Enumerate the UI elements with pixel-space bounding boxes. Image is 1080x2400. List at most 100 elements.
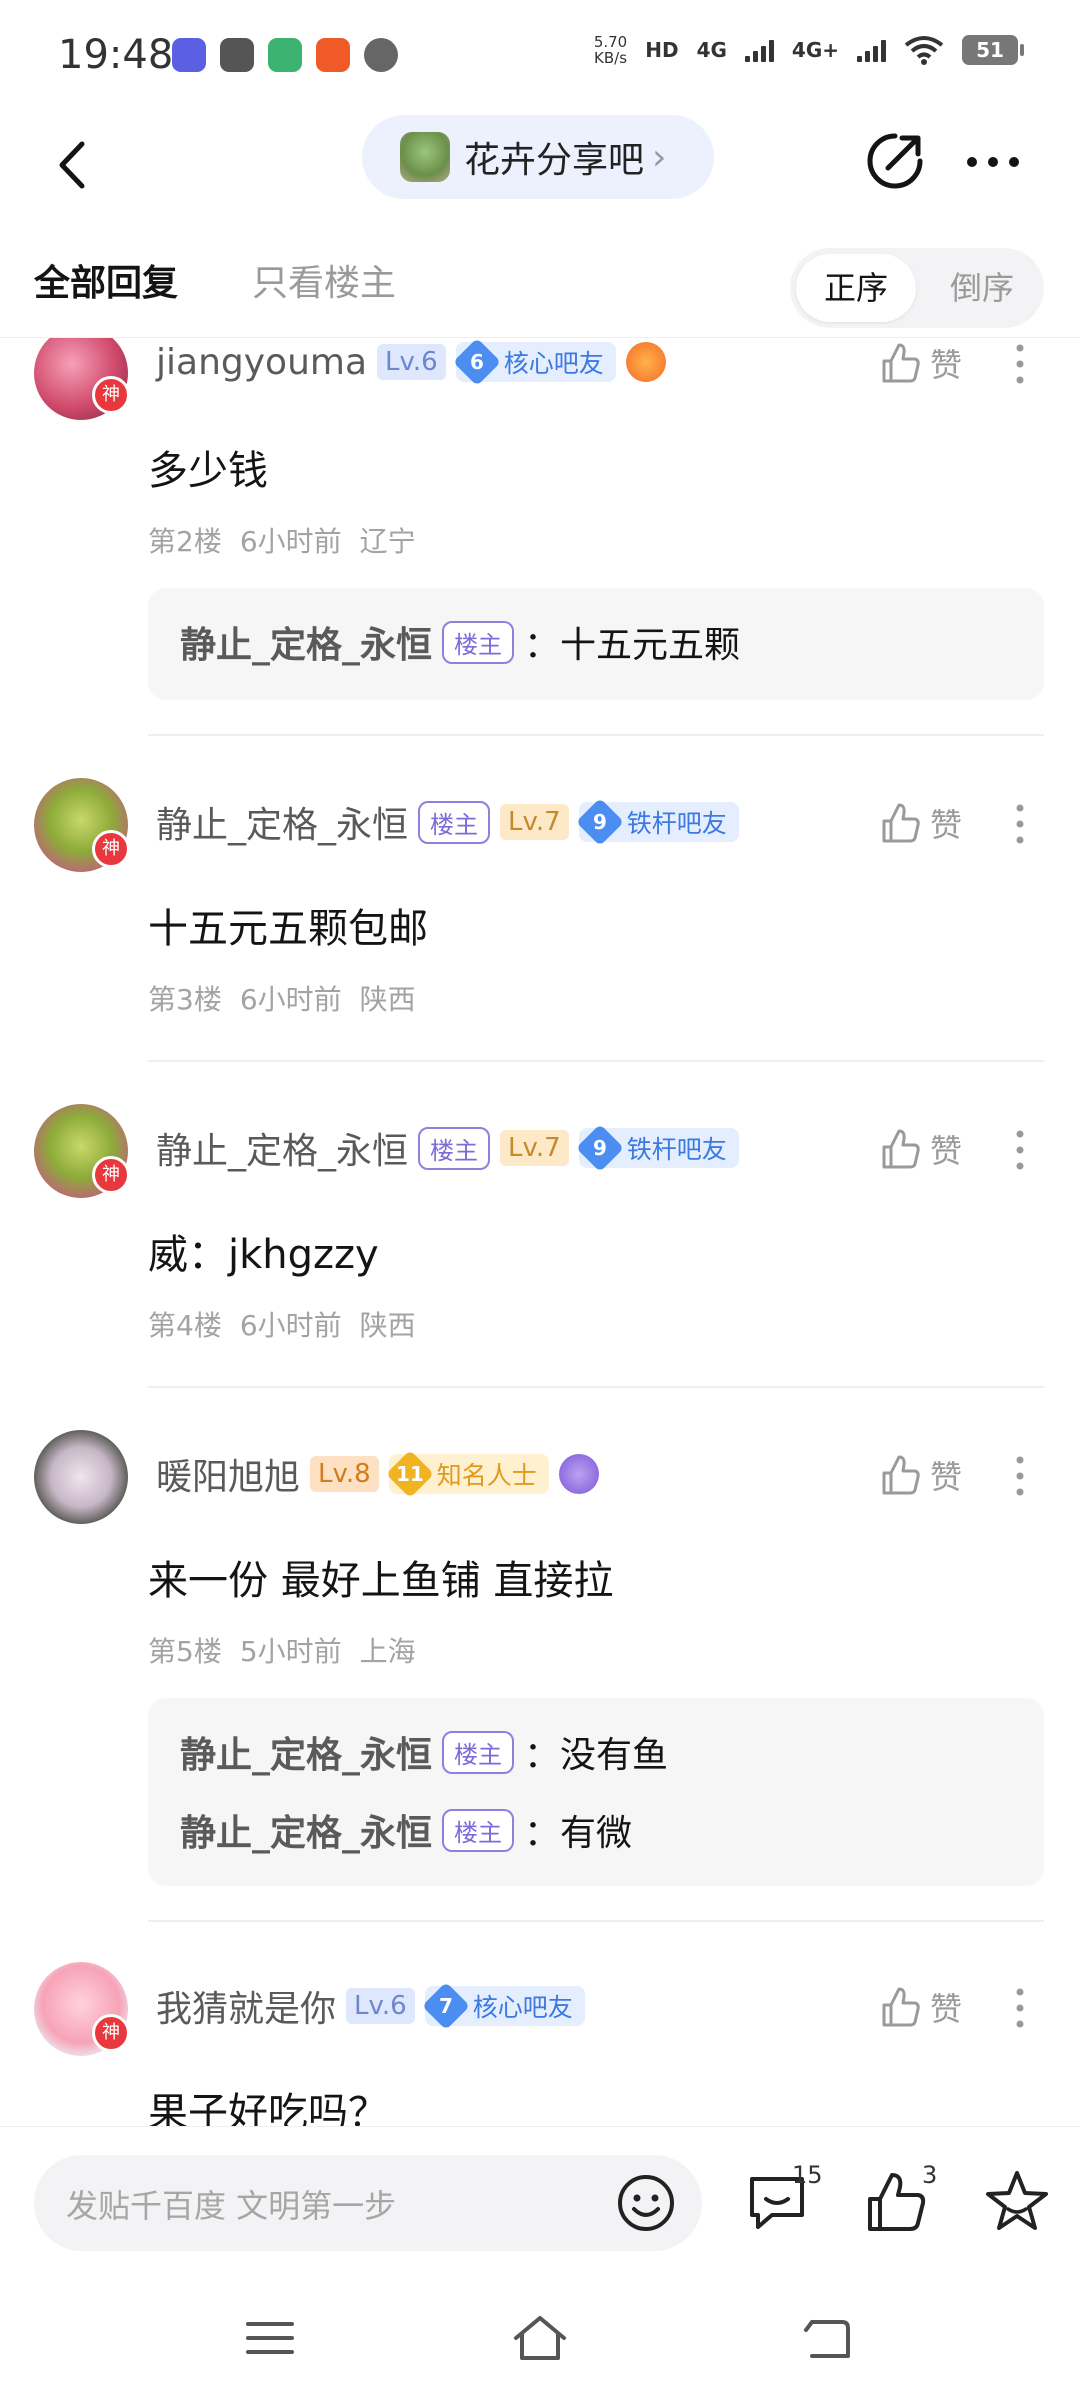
net-speed: 5.70 KB/s bbox=[594, 34, 627, 66]
net-speed-value: 5.70 bbox=[593, 33, 628, 51]
reply-input[interactable]: 发贴千百度 文明第一步 bbox=[34, 2155, 702, 2251]
divider bbox=[148, 1920, 1044, 1922]
back-icon[interactable] bbox=[40, 130, 110, 200]
emoji-icon[interactable] bbox=[614, 2171, 678, 2235]
fan-level: 9 bbox=[592, 1135, 607, 1160]
reply-feed[interactable]: 神 jiangyouma Lv.6 6 核心吧友 赞 多少钱 第2楼 6小时前 辽宁 … bbox=[0, 338, 1080, 2126]
fan-level-icon: 6 bbox=[452, 338, 501, 387]
post-time: 6小时前 bbox=[239, 983, 342, 1016]
chevron-right-icon: › bbox=[652, 136, 667, 178]
signal-bars-icon bbox=[857, 38, 886, 62]
sub-reply-author[interactable]: 静止_定格_永恒 bbox=[180, 1804, 432, 1856]
user-row: jiangyouma Lv.6 6 核心吧友 bbox=[156, 338, 666, 392]
app-notification-icon bbox=[172, 38, 206, 72]
username[interactable]: 我猜就是你 bbox=[156, 1980, 336, 2032]
fan-level: 7 bbox=[438, 1993, 453, 2018]
favorite-star-icon[interactable] bbox=[982, 2167, 1052, 2237]
forum-avatar bbox=[400, 132, 450, 182]
tab-all-replies[interactable]: 全部回复 bbox=[34, 254, 178, 306]
level-badge: Lv.7 bbox=[500, 804, 569, 840]
more-options-icon[interactable] bbox=[960, 132, 1026, 192]
reply-content: 来一份 最好上鱼铺 直接拉 bbox=[148, 1558, 614, 1604]
like-count: 3 bbox=[922, 2161, 938, 2189]
sub-reply-box[interactable]: 静止_定格_永恒 楼主 ：十五元五颗 bbox=[148, 588, 1044, 700]
reply-content: 十五元五颗包邮 bbox=[148, 906, 428, 952]
like-button[interactable]: 赞 bbox=[878, 800, 962, 846]
net-speed-unit: KB/s bbox=[594, 49, 628, 67]
wifi-icon bbox=[904, 36, 944, 65]
forum-entry-button[interactable]: 花卉分享吧 › bbox=[362, 115, 714, 199]
more-dots-icon[interactable] bbox=[1010, 1454, 1030, 1498]
post-location: 陕西 bbox=[359, 983, 416, 1016]
reply-meta: 第5楼 5小时前 上海 bbox=[148, 1630, 434, 1670]
god-badge: 神 bbox=[92, 376, 130, 414]
status-time: 19:48 bbox=[58, 32, 174, 78]
level-badge: Lv.7 bbox=[500, 1130, 569, 1166]
avatar[interactable] bbox=[34, 1430, 128, 1524]
username[interactable]: 静止_定格_永恒 bbox=[156, 1122, 408, 1174]
divider bbox=[148, 1060, 1044, 1062]
battery-icon: 51 bbox=[962, 35, 1024, 65]
divider bbox=[148, 734, 1044, 736]
god-badge: 神 bbox=[92, 830, 130, 868]
like-label: 赞 bbox=[930, 1458, 963, 1496]
sort-ascending-button[interactable]: 正序 bbox=[796, 254, 916, 322]
username[interactable]: jiangyouma bbox=[156, 342, 367, 383]
like-button[interactable]: 赞 bbox=[878, 1126, 962, 1172]
forum-name: 花卉分享吧 bbox=[464, 140, 645, 181]
floor-number: 第4楼 bbox=[148, 1309, 222, 1342]
like-button[interactable]: 赞 bbox=[878, 1984, 962, 2030]
thumbs-up-icon bbox=[882, 343, 920, 383]
username[interactable]: 暖阳旭旭 bbox=[156, 1448, 300, 1500]
god-badge: 神 bbox=[92, 2014, 130, 2052]
like-button[interactable]: 赞 bbox=[878, 1452, 962, 1498]
reply-item: 神 静止_定格_永恒 楼主 Lv.7 9 铁杆吧友 赞 威：jkhgzzy 第4楼… bbox=[0, 1104, 1080, 1424]
share-icon[interactable] bbox=[862, 128, 928, 194]
sort-order-toggle: 正序 倒序 bbox=[790, 248, 1044, 328]
menu-icon[interactable] bbox=[240, 2308, 300, 2368]
fan-badge: 9 铁杆吧友 bbox=[575, 1123, 739, 1173]
network-type-2: 4G+ bbox=[791, 38, 839, 62]
more-dots-icon[interactable] bbox=[1010, 1986, 1030, 2030]
home-icon[interactable] bbox=[510, 2308, 570, 2368]
sub-reply-author[interactable]: 静止_定格_永恒 bbox=[180, 616, 432, 668]
fan-badge: 9 铁杆吧友 bbox=[575, 797, 739, 847]
sub-reply-author[interactable]: 静止_定格_永恒 bbox=[180, 1726, 432, 1778]
bottom-action-bar: 发贴千百度 文明第一步 15 3 bbox=[0, 2126, 1080, 2280]
op-badge: 楼主 bbox=[418, 1126, 491, 1170]
fan-level-icon: 9 bbox=[575, 1123, 624, 1173]
username[interactable]: 静止_定格_永恒 bbox=[156, 796, 408, 848]
more-dots-icon[interactable] bbox=[1010, 342, 1030, 386]
post-location: 上海 bbox=[359, 1635, 416, 1668]
more-dots-icon[interactable] bbox=[1010, 1128, 1030, 1172]
user-row: 静止_定格_永恒 楼主 Lv.7 9 铁杆吧友 bbox=[156, 1118, 739, 1178]
back-nav-icon[interactable] bbox=[796, 2308, 856, 2368]
divider bbox=[148, 1386, 1044, 1388]
fan-title: 核心吧友 bbox=[472, 1993, 573, 2022]
tab-op-only[interactable]: 只看楼主 bbox=[252, 254, 396, 306]
reply-tabs: 全部回复 只看楼主 正序 倒序 bbox=[0, 240, 1080, 338]
level-badge: Lv.6 bbox=[377, 344, 446, 380]
fan-title: 铁杆吧友 bbox=[626, 1135, 727, 1164]
user-row: 暖阳旭旭 Lv.8 11 知名人士 bbox=[156, 1444, 599, 1504]
more-dots-icon[interactable] bbox=[1010, 802, 1030, 846]
like-button[interactable]: 赞 bbox=[878, 340, 962, 386]
video-app-icon bbox=[268, 38, 302, 72]
signal-bars-icon bbox=[744, 38, 774, 62]
thumbs-up-icon bbox=[882, 803, 920, 843]
top-nav: 花卉分享吧 › bbox=[0, 110, 1080, 240]
comment-count: 15 bbox=[792, 2161, 823, 2189]
fan-title: 铁杆吧友 bbox=[626, 809, 727, 838]
sub-reply-text: ：有微 bbox=[524, 1813, 633, 1854]
level-badge: Lv.8 bbox=[310, 1456, 379, 1492]
fan-level-icon: 11 bbox=[385, 1449, 434, 1499]
status-bar: 19:48 5.70 KB/s HD 4G 4G+ 51 bbox=[0, 0, 1080, 110]
sort-descending-button[interactable]: 倒序 bbox=[926, 254, 1038, 322]
reply-item: 神 jiangyouma Lv.6 6 核心吧友 赞 多少钱 第2楼 6小时前 辽宁 … bbox=[0, 338, 1080, 738]
status-indicators: 5.70 KB/s HD 4G 4G+ 51 bbox=[594, 34, 1024, 66]
like-label: 赞 bbox=[930, 806, 963, 844]
reply-item: 暖阳旭旭 Lv.8 11 知名人士 赞 来一份 最好上鱼铺 直接拉 第5楼 5小时前… bbox=[0, 1430, 1080, 1930]
sub-reply-box[interactable]: 静止_定格_永恒 楼主 ：没有鱼 静止_定格_永恒 楼主 ：有微 bbox=[148, 1698, 1044, 1886]
network-type-1: 4G bbox=[696, 38, 727, 62]
op-badge: 楼主 bbox=[442, 1808, 515, 1852]
